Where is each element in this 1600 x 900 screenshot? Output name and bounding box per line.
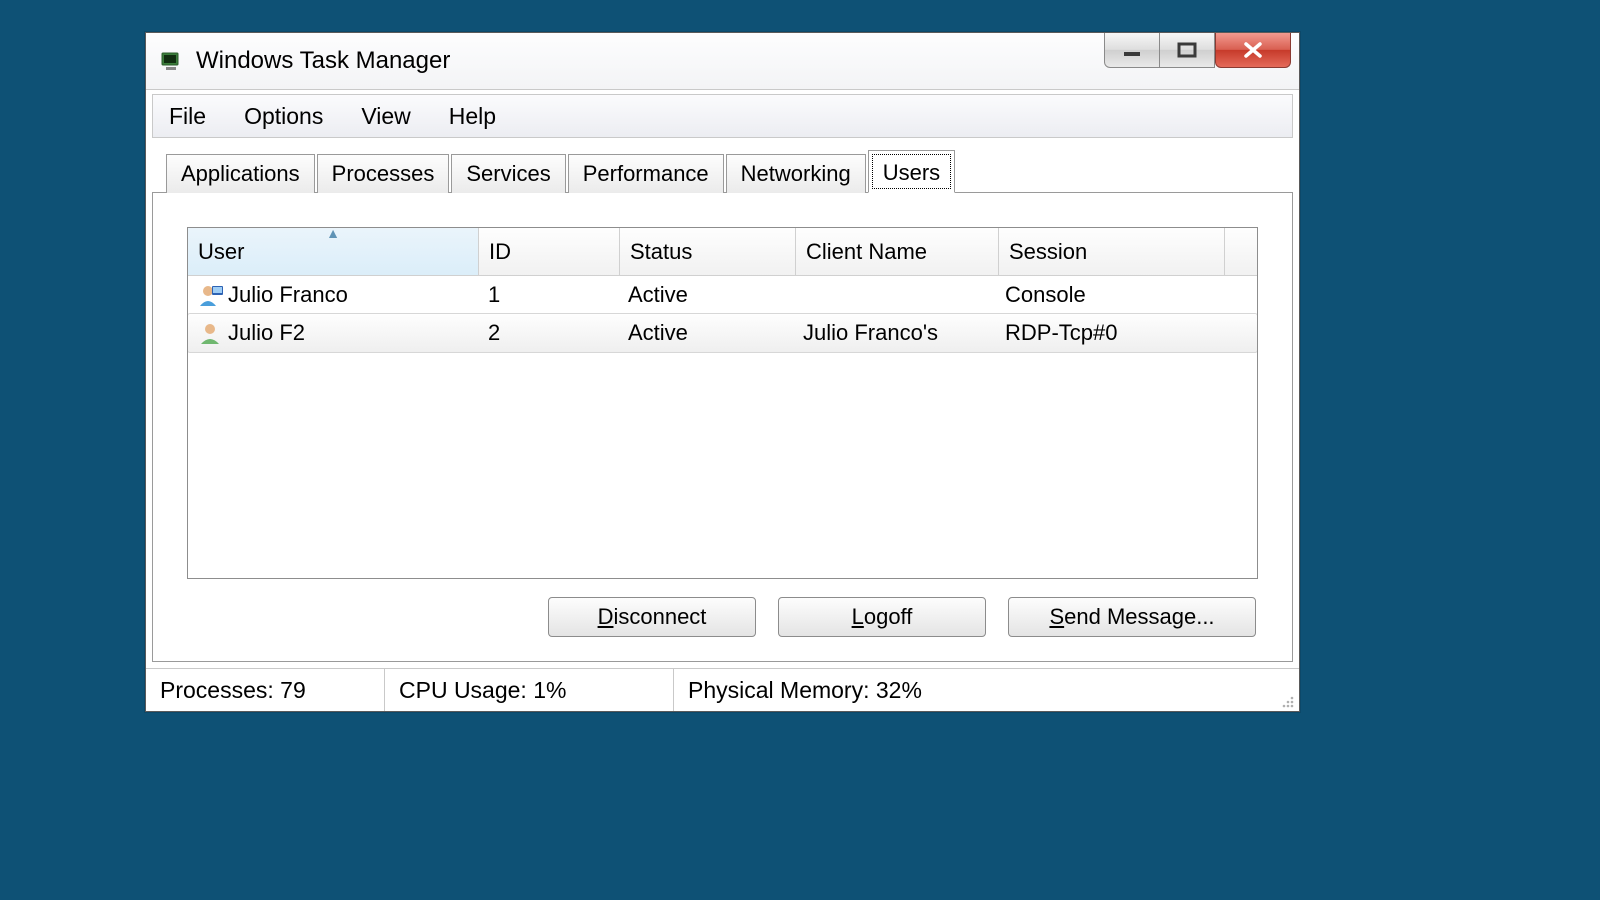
users-listview[interactable]: ▲ User ID Status Client Name Session (187, 227, 1258, 579)
status-memory: Physical Memory: 32% (674, 669, 1273, 711)
tab-services[interactable]: Services (451, 154, 565, 193)
sort-ascending-icon: ▲ (326, 227, 340, 241)
cell-status: Active (618, 320, 793, 346)
statusbar: Processes: 79 CPU Usage: 1% Physical Mem… (146, 668, 1299, 711)
app-icon (160, 49, 184, 73)
col-header-status[interactable]: Status (620, 228, 796, 276)
send-message-button[interactable]: Send Message... (1008, 597, 1256, 637)
user-row[interactable]: Julio F2 2 Active Julio Franco's RDP-Tcp… (187, 313, 1258, 353)
window-title: Windows Task Manager (196, 47, 1104, 75)
logoff-button[interactable]: Logoff (778, 597, 986, 637)
listview-body: Julio Franco 1 Active Console Julio F2 (188, 276, 1257, 353)
menu-help[interactable]: Help (443, 99, 502, 134)
resize-grip-icon[interactable] (1273, 667, 1299, 713)
cell-user: Julio F2 (228, 320, 305, 346)
menubar: File Options View Help (152, 94, 1293, 138)
col-header-user[interactable]: ▲ User (188, 228, 479, 276)
titlebar[interactable]: Windows Task Manager (146, 33, 1299, 90)
listview-header: ▲ User ID Status Client Name Session (188, 228, 1257, 276)
user-remote-icon (198, 320, 224, 346)
tab-applications[interactable]: Applications (166, 154, 315, 193)
cell-id: 2 (478, 320, 618, 346)
cell-session: Console (995, 282, 1220, 308)
desktop-background: Windows Task Manager File Options View H… (0, 0, 1600, 900)
close-button[interactable] (1215, 33, 1291, 68)
menu-file[interactable]: File (163, 99, 212, 134)
col-header-client[interactable]: Client Name (796, 228, 999, 276)
cell-user: Julio Franco (228, 282, 348, 308)
col-header-session[interactable]: Session (999, 228, 1225, 276)
cell-status: Active (618, 282, 793, 308)
tabstrip: Applications Processes Services Performa… (152, 150, 1293, 193)
col-header-id[interactable]: ID (479, 228, 620, 276)
tab-processes[interactable]: Processes (317, 154, 450, 193)
menu-options[interactable]: Options (238, 99, 329, 134)
tab-performance[interactable]: Performance (568, 154, 724, 193)
cell-id: 1 (478, 282, 618, 308)
tab-networking[interactable]: Networking (726, 154, 866, 193)
status-cpu: CPU Usage: 1% (385, 669, 674, 711)
action-buttons: Disconnect Logoff Send Message... (187, 579, 1258, 645)
user-row[interactable]: Julio Franco 1 Active Console (188, 276, 1257, 314)
status-processes: Processes: 79 (146, 669, 385, 711)
task-manager-window: Windows Task Manager File Options View H… (145, 32, 1300, 712)
col-header-pad (1225, 228, 1257, 276)
cell-client: Julio Franco's (793, 320, 995, 346)
tab-users[interactable]: Users (868, 150, 955, 193)
cell-session: RDP-Tcp#0 (995, 320, 1220, 346)
menu-view[interactable]: View (355, 99, 416, 134)
maximize-button[interactable] (1160, 33, 1215, 68)
disconnect-button[interactable]: Disconnect (548, 597, 756, 637)
user-local-icon (198, 282, 224, 308)
users-panel: ▲ User ID Status Client Name Session (152, 192, 1293, 662)
minimize-button[interactable] (1104, 33, 1160, 68)
